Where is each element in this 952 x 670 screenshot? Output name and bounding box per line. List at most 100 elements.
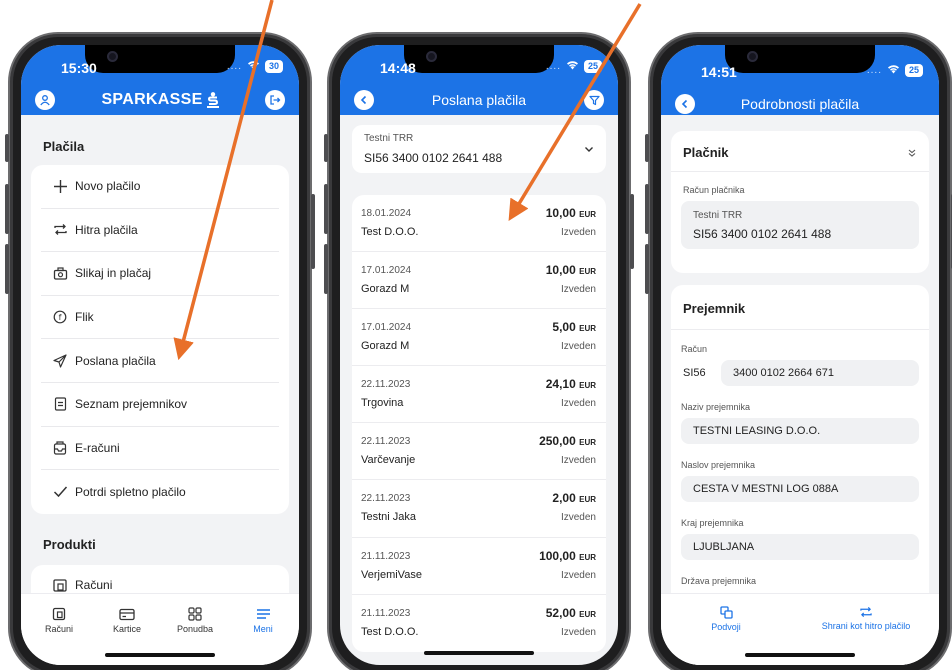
menu-label: Flik — [75, 310, 94, 325]
menu-item-quick-payments[interactable]: Hitra plačila — [41, 209, 279, 253]
payment-recipient: Test D.O.O. — [361, 625, 419, 638]
amount-value: 250,00 — [539, 434, 576, 449]
amount-currency: EUR — [579, 381, 596, 391]
recipient-fields: Račun SI56 3400 0102 2664 671 Naziv prej… — [671, 335, 929, 592]
notch — [85, 45, 235, 73]
payment-status: Izveden — [560, 341, 596, 353]
amount-value: 5,00 — [552, 320, 576, 335]
amount-value: 52,00 — [545, 605, 576, 620]
notch — [725, 45, 875, 73]
products-section-title: Produkti — [43, 537, 96, 552]
duplicate-button[interactable]: Podvoji — [681, 606, 771, 632]
menu-item-new-payment[interactable]: Novo plačilo — [41, 165, 279, 209]
menu-icon — [233, 606, 293, 622]
battery-icon: 25 — [583, 60, 602, 73]
payment-row[interactable]: 22.11.2023 Varčevanje 250,00 EUR Izveden — [352, 423, 606, 481]
payment-recipient: VerjemiVase — [361, 568, 422, 581]
payment-row[interactable]: 18.01.2024 Test D.O.O. 10,00 EUR Izveden — [352, 195, 606, 253]
logout-icon[interactable] — [265, 90, 285, 110]
copy-icon — [681, 606, 771, 619]
payment-amount: 24,10 EUR — [546, 377, 596, 391]
repeat-icon — [801, 606, 931, 618]
payment-row[interactable]: 22.11.2023 Testni Jaka 2,00 EUR Izveden — [352, 480, 606, 538]
menu-label: Računi — [75, 578, 113, 592]
notch — [404, 45, 554, 73]
payment-row[interactable]: 17.01.2024 Gorazd M 10,00 EUR Izveden — [352, 252, 606, 310]
tab-label: Ponudba — [176, 624, 214, 634]
menu-label: Seznam prejemnikov — [75, 397, 188, 412]
camera-icon — [51, 264, 69, 282]
address-field: CESTA V MESTNI LOG 088A — [681, 476, 919, 502]
account-row: SI56 3400 0102 2664 671 — [681, 360, 919, 386]
collapse-icon[interactable] — [907, 145, 917, 163]
status-time: 15:30 — [61, 60, 97, 76]
account-number-field: 3400 0102 2664 671 — [721, 360, 919, 386]
payment-row[interactable]: 22.11.2023 Trgovina 24,10 EUR Izveden — [352, 366, 606, 424]
menu-item-flik[interactable]: f Flik — [41, 296, 279, 340]
amount-value: 10,00 — [545, 263, 576, 278]
tab-offers[interactable]: Ponudba — [165, 606, 225, 634]
payment-amount: 250,00 EUR — [539, 434, 596, 448]
account-number: SI56 3400 0102 2641 488 — [364, 151, 503, 165]
menu-item-e-invoices[interactable]: E-računi — [41, 427, 279, 471]
menu-label: Novo plačilo — [75, 179, 141, 194]
amount-currency: EUR — [579, 495, 596, 505]
payment-date: 22.11.2023 — [361, 493, 411, 505]
amount-value: 10,00 — [545, 206, 576, 220]
payment-recipient: Test D.O.O. — [361, 226, 419, 238]
filter-icon[interactable] — [584, 90, 604, 110]
menu-item-confirm-web-payment[interactable]: Potrdi spletno plačilo — [41, 470, 279, 514]
amount-value: 100,00 — [539, 548, 576, 563]
payment-row[interactable]: 17.01.2024 Gorazd M 5,00 EUR Izveden — [352, 309, 606, 367]
tab-accounts[interactable]: Računi — [29, 606, 89, 634]
menu-label: Hitra plačila — [75, 222, 138, 237]
flik-icon: f — [51, 308, 69, 326]
payment-recipient: Varčevanje — [361, 454, 416, 467]
page-title: Poslana plačila — [431, 92, 527, 108]
payment-details-content: Plačnik Račun plačnika Testni TRR SI56 3… — [661, 119, 939, 665]
check-icon — [51, 483, 69, 501]
duplicate-label: Podvoji — [711, 622, 741, 632]
menu-item-scan-and-pay[interactable]: Slikaj in plačaj — [41, 252, 279, 296]
payment-recipient: Testni Jaka — [361, 511, 417, 524]
accounts-icon — [29, 606, 89, 622]
menu-content: Plačila Novo plačilo Hitra plačila Slika… — [21, 115, 299, 665]
tab-cards[interactable]: Kartice — [97, 606, 157, 634]
payment-status: Izveden — [560, 227, 596, 238]
battery-icon: 25 — [904, 64, 923, 77]
name-field: TESTNI LEASING D.O.O. — [681, 418, 919, 444]
payer-account-number: SI56 3400 0102 2641 488 — [693, 227, 832, 241]
payments-menu-card: Novo plačilo Hitra plačila Slikaj in pla… — [31, 165, 289, 514]
list-icon — [51, 395, 69, 413]
profile-icon[interactable] — [35, 90, 55, 110]
account-selector[interactable]: Testni TRR SI56 3400 0102 2641 488 — [352, 125, 606, 173]
amount-currency: EUR — [579, 210, 596, 219]
page-title: Podrobnosti plačila — [740, 96, 860, 112]
payment-row[interactable]: 21.11.2023 Test D.O.O. 52,00 EUR Izveden — [352, 595, 606, 652]
payment-date: 22.11.2023 — [361, 379, 411, 391]
payer-title: Plačnik — [683, 145, 729, 160]
home-indicator — [105, 653, 215, 657]
menu-item-recipient-list[interactable]: Seznam prejemnikov — [41, 383, 279, 427]
status-time: 14:48 — [380, 60, 416, 76]
tab-label: Kartice — [112, 624, 141, 634]
card-icon — [97, 606, 157, 622]
menu-label: Potrdi spletno plačilo — [75, 484, 186, 499]
screen: 15:30 .... 30 SPARKASSE Plačila Novo pla… — [21, 45, 299, 665]
payment-recipient: Trgovina — [361, 397, 404, 410]
amount-currency: EUR — [579, 267, 596, 277]
payer-account-name: Testni TRR — [693, 210, 743, 221]
screen: 14:48 .... 25 Poslana plačila Testni TRR… — [340, 45, 618, 665]
tab-menu[interactable]: Meni — [233, 606, 293, 634]
save-quick-payment-button[interactable]: Shrani kot hitro plačilo — [801, 606, 931, 631]
send-icon — [51, 352, 69, 370]
payment-date: 22.11.2023 — [361, 436, 411, 448]
menu-item-sent-payments[interactable]: Poslana plačila — [41, 339, 279, 383]
wallet-icon — [51, 576, 69, 594]
amount-currency: EUR — [579, 609, 596, 619]
payment-row[interactable]: 21.11.2023 VerjemiVase 100,00 EUR Izveden — [352, 538, 606, 595]
back-icon[interactable] — [354, 90, 374, 110]
back-icon[interactable] — [675, 94, 695, 114]
account-label: Račun — [681, 344, 708, 354]
payment-amount: 100,00 EUR — [539, 549, 596, 563]
